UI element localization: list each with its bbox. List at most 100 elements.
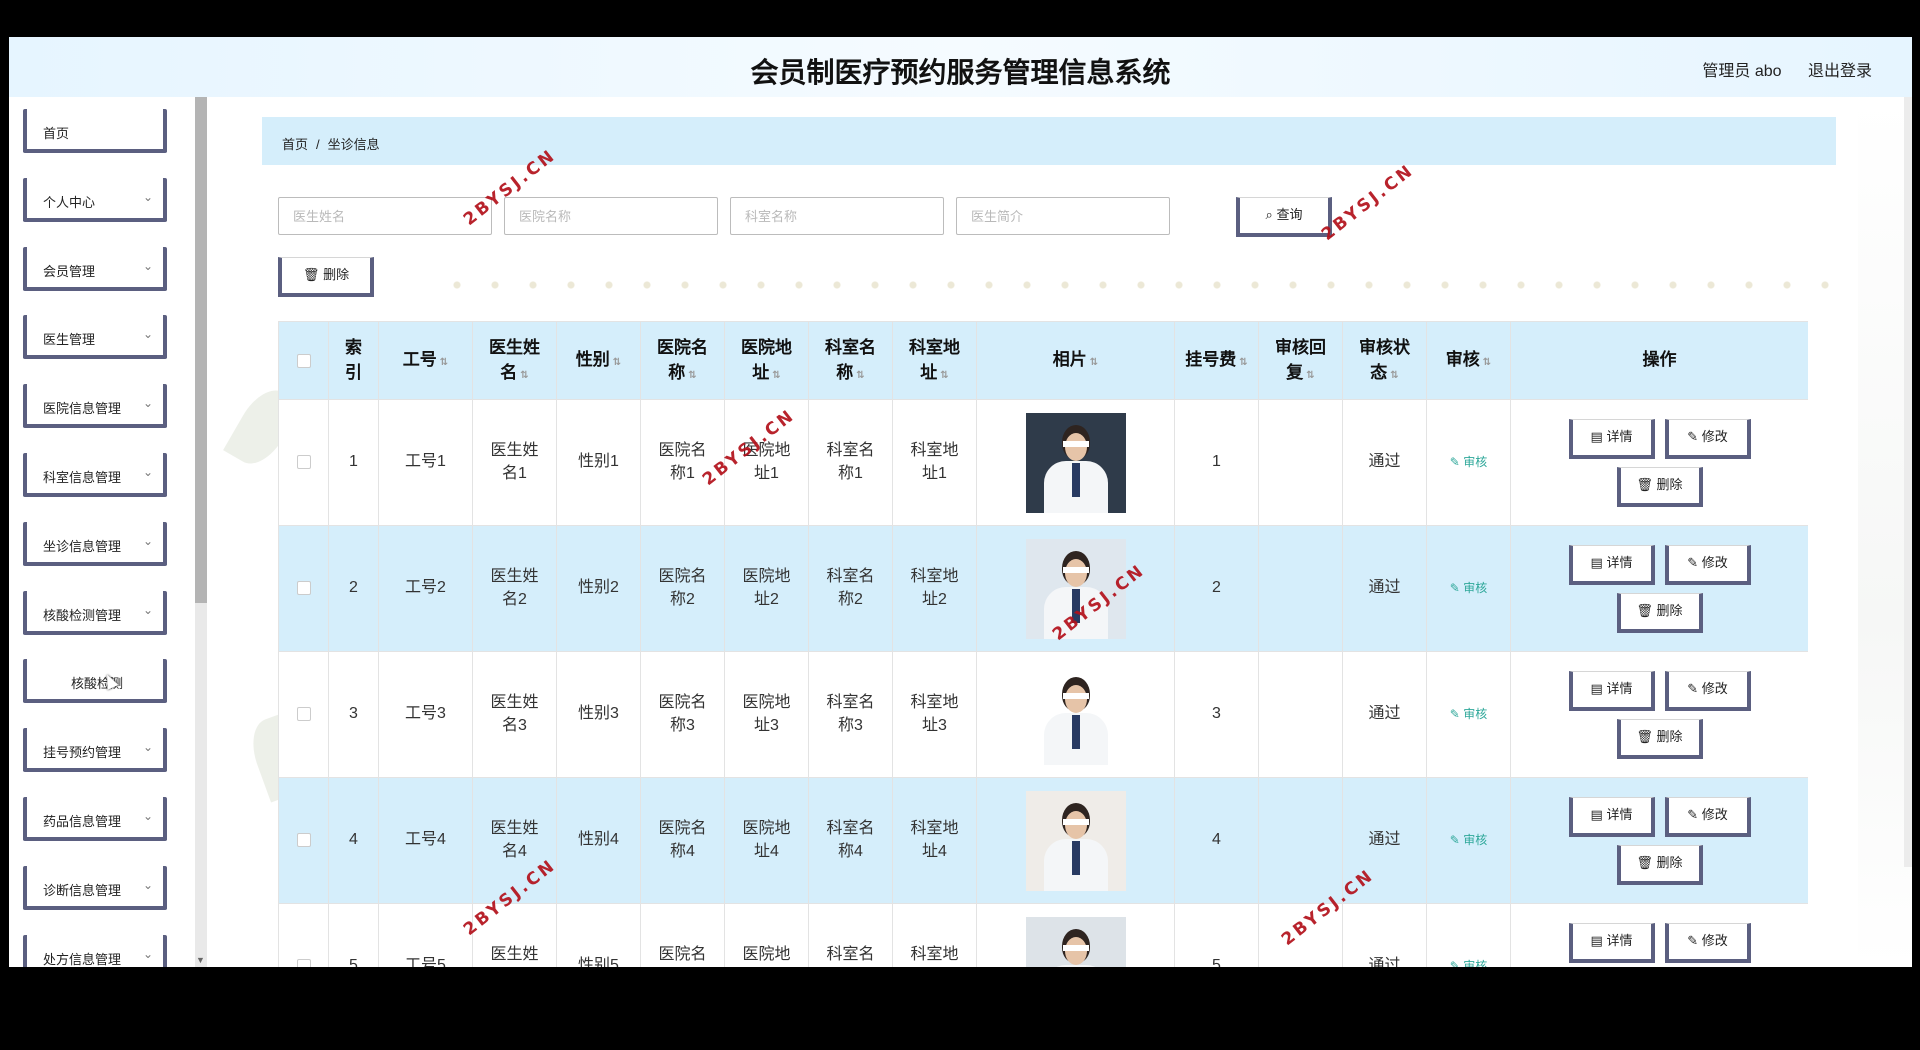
row-checkbox[interactable] <box>296 833 311 848</box>
photo-face <box>1064 936 1087 965</box>
edit-button[interactable]: ✎ 修改 <box>1664 544 1751 585</box>
audit-link[interactable]: ✎ 审核 <box>1450 455 1487 469</box>
cell-fee: 4 <box>1174 777 1259 904</box>
column-header-hospital_addr[interactable]: 医院地 址 ⇅ <box>724 321 809 400</box>
sort-icon[interactable]: ⇅ <box>1239 357 1247 368</box>
delete-button[interactable]: 🗑 删除 <box>1616 466 1703 507</box>
select-all-checkbox[interactable] <box>296 353 311 368</box>
doctor-name-search-input[interactable] <box>278 197 492 235</box>
audit-link[interactable]: ✎ 审核 <box>1450 707 1487 721</box>
sort-icon[interactable]: ⇅ <box>688 370 696 381</box>
column-header-reply[interactable]: 审核回 复 ⇅ <box>1258 321 1343 400</box>
sort-icon[interactable]: ⇅ <box>772 370 780 381</box>
detail-button[interactable]: ▤ 详情 <box>1568 418 1655 459</box>
column-header-fee[interactable]: 挂号费 ⇅ <box>1174 321 1259 400</box>
cell-hospital_name: 医院名 称2 <box>640 525 725 652</box>
row-checkbox[interactable] <box>296 455 311 470</box>
column-header-gender[interactable]: 性别 ⇅ <box>556 321 641 400</box>
row-checkbox-cell <box>278 525 329 652</box>
column-header-audit[interactable]: 审核 ⇅ <box>1426 321 1511 400</box>
trash-icon: 🗑 <box>1636 854 1657 870</box>
doctor-intro-search-input[interactable] <box>956 197 1170 235</box>
row-checkbox-cell <box>278 903 329 967</box>
sidebar-item[interactable]: 核酸检测 <box>23 659 167 704</box>
scroll-down-arrow-icon[interactable]: ▼ <box>196 955 205 965</box>
sort-icon[interactable]: ⇅ <box>440 357 448 368</box>
doctor-photo[interactable] <box>1025 664 1126 765</box>
column-header-dept_name[interactable]: 科室名 称 ⇅ <box>808 321 893 400</box>
detail-button[interactable]: ▤ 详情 <box>1568 544 1655 585</box>
sort-icon[interactable]: ⇅ <box>520 370 528 381</box>
sidebar-item[interactable]: 药品信息管理 ⌄ <box>23 797 167 841</box>
row-checkbox[interactable] <box>296 581 311 596</box>
sort-icon[interactable]: ⇅ <box>940 370 948 381</box>
doctor-photo[interactable] <box>1025 790 1126 891</box>
edit-button[interactable]: ✎ 修改 <box>1664 670 1751 711</box>
audit-link[interactable]: ✎ 审核 <box>1450 833 1487 847</box>
detail-button[interactable]: ▤ 详情 <box>1568 922 1655 963</box>
doctor-photo[interactable] <box>1025 916 1126 967</box>
sort-icon[interactable]: ⇅ <box>613 357 621 368</box>
column-header-label: 医院地 址 <box>741 337 792 382</box>
cell-audit: ✎ 审核 <box>1426 903 1511 967</box>
sidebar-item[interactable]: 医院信息管理 ⌄ <box>23 384 167 429</box>
dept-name-search-input[interactable] <box>730 197 944 235</box>
column-header-hospital_name[interactable]: 医院名 称 ⇅ <box>640 321 725 400</box>
sort-icon[interactable]: ⇅ <box>1090 357 1098 368</box>
cell-index: 3 <box>328 651 379 778</box>
edit-button[interactable]: ✎ 修改 <box>1664 418 1751 459</box>
delete-button[interactable]: 🗑 删除 <box>1616 718 1703 759</box>
sidebar-item[interactable]: 医生管理 ⌄ <box>23 315 167 360</box>
edit-button[interactable]: ✎ 修改 <box>1664 796 1751 837</box>
sort-icon[interactable]: ⇅ <box>1306 370 1314 381</box>
cell-hospital_name-value: 医院名 称2 <box>658 568 707 608</box>
delete-button[interactable]: 🗑 删除 <box>1616 844 1703 885</box>
doctor-photo[interactable] <box>1025 538 1126 639</box>
sidebar-item[interactable]: 核酸检测管理 ⌄ <box>23 590 167 635</box>
sidebar-item[interactable]: 个人中心 ⌄ <box>23 177 167 222</box>
column-header-dept_addr[interactable]: 科室地 址 ⇅ <box>892 321 977 400</box>
column-header-job_no[interactable]: 工号 ⇅ <box>378 321 473 400</box>
sidebar-scrollbar-thumb[interactable] <box>195 97 207 603</box>
hospital-name-search-input[interactable] <box>504 197 718 235</box>
sidebar-item[interactable]: 会员管理 ⌄ <box>23 246 167 291</box>
cell-ops: ▤ 详情✎ 修改🗑 删除 <box>1510 903 1808 967</box>
cell-dept_addr-value: 科室地 址5 <box>910 946 959 964</box>
delete-button[interactable]: 🗑 删除 <box>1616 592 1703 633</box>
column-header-status[interactable]: 审核状 态 ⇅ <box>1342 321 1427 400</box>
sort-icon[interactable]: ⇅ <box>1483 357 1491 368</box>
sort-icon[interactable]: ⇅ <box>1390 370 1398 381</box>
query-button-label: 查询 <box>1276 207 1303 222</box>
column-header-photo[interactable]: 相片 ⇅ <box>976 321 1175 400</box>
sidebar-item[interactable]: 处方信息管理 ⌄ <box>23 934 167 967</box>
detail-button-label: 详情 <box>1606 680 1633 696</box>
row-checkbox[interactable] <box>296 707 311 722</box>
sidebar-item[interactable]: 坐诊信息管理 ⌄ <box>23 521 167 566</box>
table-row: 3 工号3 医生姓 名3 性别3 医院名 称3 医院地 址3 科室名 称3 科室地 址3 3 通过… <box>278 651 1808 778</box>
edit-button[interactable]: ✎ 修改 <box>1664 922 1751 963</box>
query-button[interactable]: ⌕ 查询 <box>1236 197 1332 237</box>
audit-link[interactable]: ✎ 审核 <box>1450 959 1487 967</box>
doctor-photo[interactable] <box>1025 412 1126 513</box>
row-checkbox[interactable] <box>296 959 311 967</box>
sidebar-item[interactable]: 首页 <box>23 109 167 153</box>
detail-button[interactable]: ▤ 详情 <box>1568 796 1655 837</box>
cell-doctor_name: 医生姓 名4 <box>472 777 557 904</box>
column-header-doctor_name[interactable]: 医生姓 名 ⇅ <box>472 321 557 400</box>
batch-delete-button[interactable]: 🗑 删除 <box>278 257 374 297</box>
main-scrollbar[interactable] <box>1904 97 1912 867</box>
logout-link[interactable]: 退出登录 <box>1808 63 1872 80</box>
breadcrumb-home[interactable]: 首页 <box>282 137 308 152</box>
sidebar-item[interactable]: 挂号预约管理 ⌄ <box>23 728 167 773</box>
sidebar-scrollbar[interactable]: ▼ <box>195 97 207 967</box>
sort-icon[interactable]: ⇅ <box>856 370 864 381</box>
cell-gender: 性别5 <box>556 903 641 967</box>
top-header: 会员制医疗预约服务管理信息系统 管理员 abo 退出登录 <box>9 37 1912 97</box>
sidebar-item-label: 挂号预约管理 <box>43 745 122 761</box>
document-icon: ▤ <box>1590 680 1607 696</box>
audit-link[interactable]: ✎ 审核 <box>1450 581 1487 595</box>
sidebar-item[interactable]: 诊断信息管理 ⌄ <box>23 865 167 910</box>
edit-button-label: 修改 <box>1701 680 1728 696</box>
sidebar-item[interactable]: 科室信息管理 ⌄ <box>23 453 167 497</box>
detail-button[interactable]: ▤ 详情 <box>1568 670 1655 711</box>
